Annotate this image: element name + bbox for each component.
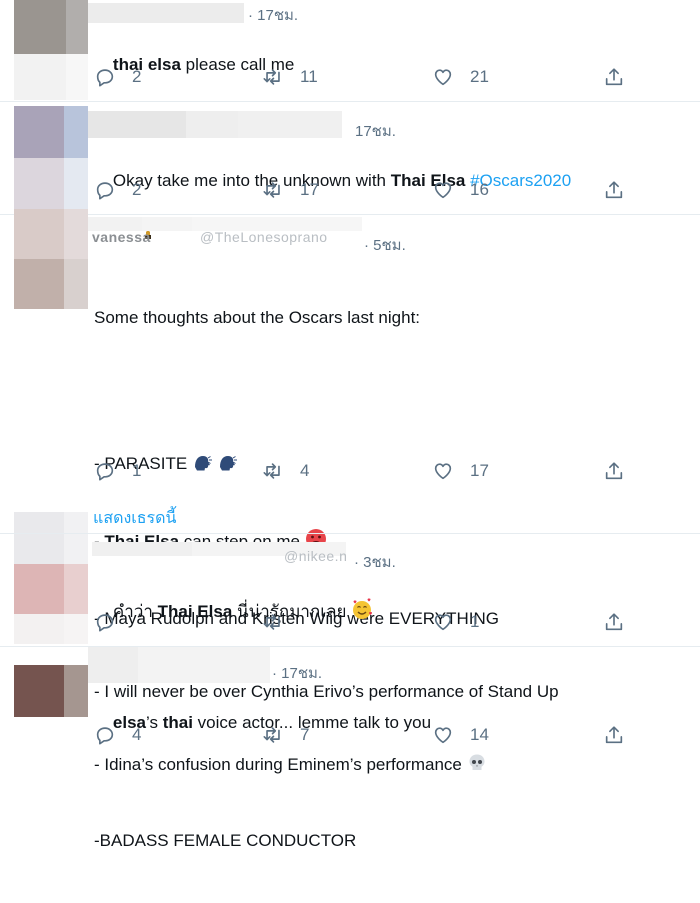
share-button[interactable] xyxy=(603,723,625,747)
timestamp[interactable]: · 17ชม. xyxy=(272,661,322,685)
tweet-2[interactable]: 17ชม. Okay take me into the unknown with… xyxy=(0,102,700,240)
like-button[interactable]: 14 xyxy=(432,723,489,747)
reply-button[interactable]: 1 xyxy=(94,459,141,483)
avatar[interactable] xyxy=(14,665,88,717)
text-span: -BADASS FEMALE CONDUCTOR xyxy=(94,831,357,851)
like-count: 16 xyxy=(470,180,489,199)
retweet-count: 17 xyxy=(300,180,319,199)
like-count: 14 xyxy=(470,725,489,744)
like-icon xyxy=(434,463,452,480)
share-icon xyxy=(605,68,623,86)
timestamp[interactable]: · 5ชม. xyxy=(364,233,406,257)
reply-icon xyxy=(96,182,114,200)
share-icon xyxy=(605,726,623,744)
tweet-header: @nikee.n · 3ชม. xyxy=(88,542,418,571)
author-handle[interactable]: @nikee.n xyxy=(284,548,347,564)
action-bar: 4 7 14 xyxy=(0,723,700,747)
like-button[interactable]: 16 xyxy=(432,178,489,202)
share-icon xyxy=(605,181,623,199)
retweet-count: 4 xyxy=(300,461,310,480)
reply-button[interactable]: 4 xyxy=(94,723,141,747)
reply-count: 2 xyxy=(132,67,142,86)
like-icon xyxy=(434,727,452,744)
retweet-icon xyxy=(263,463,280,479)
retweet-icon xyxy=(263,727,280,743)
like-button[interactable]: 17 xyxy=(432,459,489,483)
like-icon xyxy=(434,614,452,631)
reply-button[interactable]: 2 xyxy=(94,65,141,89)
reply-icon xyxy=(96,727,114,745)
like-count: 17 xyxy=(470,461,489,480)
retweet-button[interactable]: 11 xyxy=(262,65,318,89)
retweet-icon xyxy=(263,614,280,630)
retweet-button[interactable] xyxy=(262,610,300,634)
retweet-button[interactable]: 7 xyxy=(262,723,309,747)
like-count: 21 xyxy=(470,67,489,86)
retweet-count: 11 xyxy=(300,67,318,86)
reply-icon xyxy=(96,69,114,87)
text-line: Some thoughts about the Oscars last nigh… xyxy=(94,306,559,330)
retweet-icon xyxy=(263,182,280,198)
like-icon xyxy=(434,182,452,199)
share-button[interactable] xyxy=(603,610,625,634)
thread-avatar xyxy=(14,512,88,534)
author-name[interactable]: vanessa xyxy=(92,229,151,245)
show-thread-link[interactable]: แสดงเธรดนี้ xyxy=(93,506,176,531)
tweet-1[interactable]: · 17ชม. thai elsa please call me 2 11 21 xyxy=(0,0,700,101)
skull-emoji xyxy=(467,753,487,780)
text-line: ​ xyxy=(94,379,559,403)
like-button[interactable]: 1 xyxy=(432,610,479,634)
reply-icon xyxy=(96,463,114,481)
tweet-5[interactable]: · 17ชม. elsa’s thai voice actor... lemme… xyxy=(0,647,700,757)
reply-count: 1 xyxy=(132,461,142,480)
tweet-header: · 17ชม. xyxy=(88,647,388,683)
share-icon xyxy=(605,613,623,631)
author-handle[interactable]: @TheLonesoprano xyxy=(200,229,328,245)
tweet-4[interactable]: @nikee.n · 3ชม. คำว่า Thai Elsa นี่น่ารั… xyxy=(0,534,700,646)
like-count: 1 xyxy=(470,612,480,631)
retweet-count: 7 xyxy=(300,725,310,744)
timestamp[interactable]: · 17ชม. xyxy=(248,3,298,27)
retweet-button[interactable]: 17 xyxy=(262,178,319,202)
like-icon xyxy=(434,69,452,86)
avatar[interactable] xyxy=(14,209,88,309)
text-span: Some thoughts about the Oscars last nigh… xyxy=(94,307,421,327)
reply-icon xyxy=(96,614,114,632)
tweet-header: 17ชม. xyxy=(88,111,418,140)
reply-button[interactable]: 2 xyxy=(94,178,141,202)
reply-button[interactable] xyxy=(94,610,132,634)
timestamp[interactable]: · 3ชม. xyxy=(354,550,396,574)
action-bar: 2 17 16 xyxy=(0,178,700,202)
retweet-button[interactable]: 4 xyxy=(262,459,309,483)
reply-count: 4 xyxy=(132,725,142,744)
action-bar: 1 xyxy=(0,610,700,634)
share-button[interactable] xyxy=(603,65,625,89)
text-line: -BADASS FEMALE CONDUCTOR xyxy=(94,829,559,853)
like-button[interactable]: 21 xyxy=(432,65,489,89)
action-bar: 1 4 17 xyxy=(0,459,700,483)
tweet-header: · 17ชม. xyxy=(88,3,388,24)
share-icon xyxy=(605,462,623,480)
reply-count: 2 xyxy=(132,180,142,199)
tweet-3[interactable]: vanessa @TheLonesoprano · 5ชม. Some thou… xyxy=(0,209,700,850)
share-button[interactable] xyxy=(603,459,625,483)
timestamp[interactable]: 17ชม. xyxy=(355,119,396,143)
share-button[interactable] xyxy=(603,178,625,202)
retweet-icon xyxy=(263,69,280,85)
tweet-header: vanessa @TheLonesoprano · 5ชม. xyxy=(88,217,448,254)
action-bar: 2 11 21 xyxy=(0,65,700,89)
